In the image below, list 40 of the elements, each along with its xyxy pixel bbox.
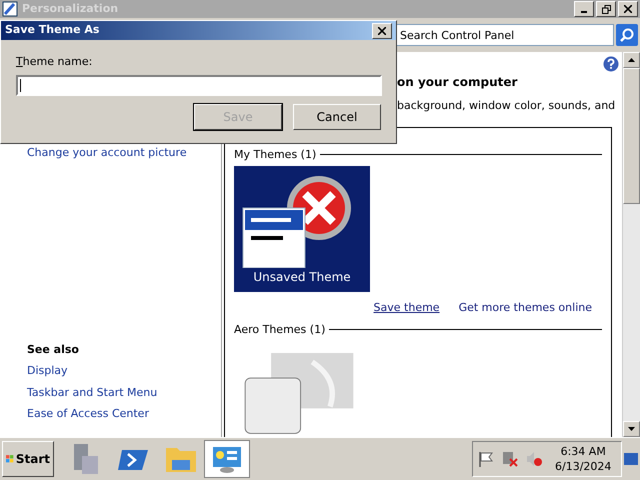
page-description: background, window color, sounds, and [397,98,616,114]
close-icon [378,26,386,34]
see-also-link[interactable]: Taskbar and Start Menu [27,384,221,401]
field-label: Theme name: [16,54,94,70]
see-also-link[interactable]: Display [27,363,221,380]
see-also-heading: See also [27,342,80,358]
dialog-title: Save Theme As [5,22,100,38]
scroll-up-icon [628,58,635,62]
minimize-button[interactable] [574,1,594,17]
theme-link[interactable]: Get more themes online [458,300,592,316]
section-heading: My Themes (1) [234,146,316,162]
control-panel-taskbar-button[interactable] [204,440,250,478]
see-also-link[interactable]: Ease of Access Center [27,406,221,422]
clock-date: 6/13/2024 [555,459,612,474]
flag-icon[interactable] [477,450,495,468]
theme-link[interactable]: Save theme [374,300,440,316]
restore-button[interactable] [596,1,616,17]
close-icon [624,5,632,13]
speaker-muted-icon[interactable] [525,450,543,468]
scrollbar[interactable] [622,52,640,437]
search-button[interactable] [616,24,638,46]
theme-tile[interactable]: Unsaved Theme [234,166,370,292]
page-heading: on your computer [397,74,518,91]
help-icon[interactable] [603,56,619,72]
restore-icon [602,4,610,14]
dialog-close-button[interactable] [372,22,392,38]
search-field[interactable]: Search Control Panel [396,24,614,46]
close-button[interactable] [618,1,638,17]
search-icon [619,27,635,43]
clock-time: 6:34 AM [560,444,606,459]
scroll-down-icon [628,427,635,431]
dialog-button[interactable]: Cancel [293,104,381,130]
personalization-icon [2,1,18,17]
start-button[interactable]: Start [2,441,54,477]
network-error-icon[interactable] [501,450,519,468]
section-heading: Aero Themes (1) [234,322,326,338]
nav-link[interactable]: Change your account picture [27,145,221,162]
theme-label: Unsaved Theme [253,269,351,286]
theme-name-field[interactable] [16,74,382,96]
text-caret [20,78,21,92]
